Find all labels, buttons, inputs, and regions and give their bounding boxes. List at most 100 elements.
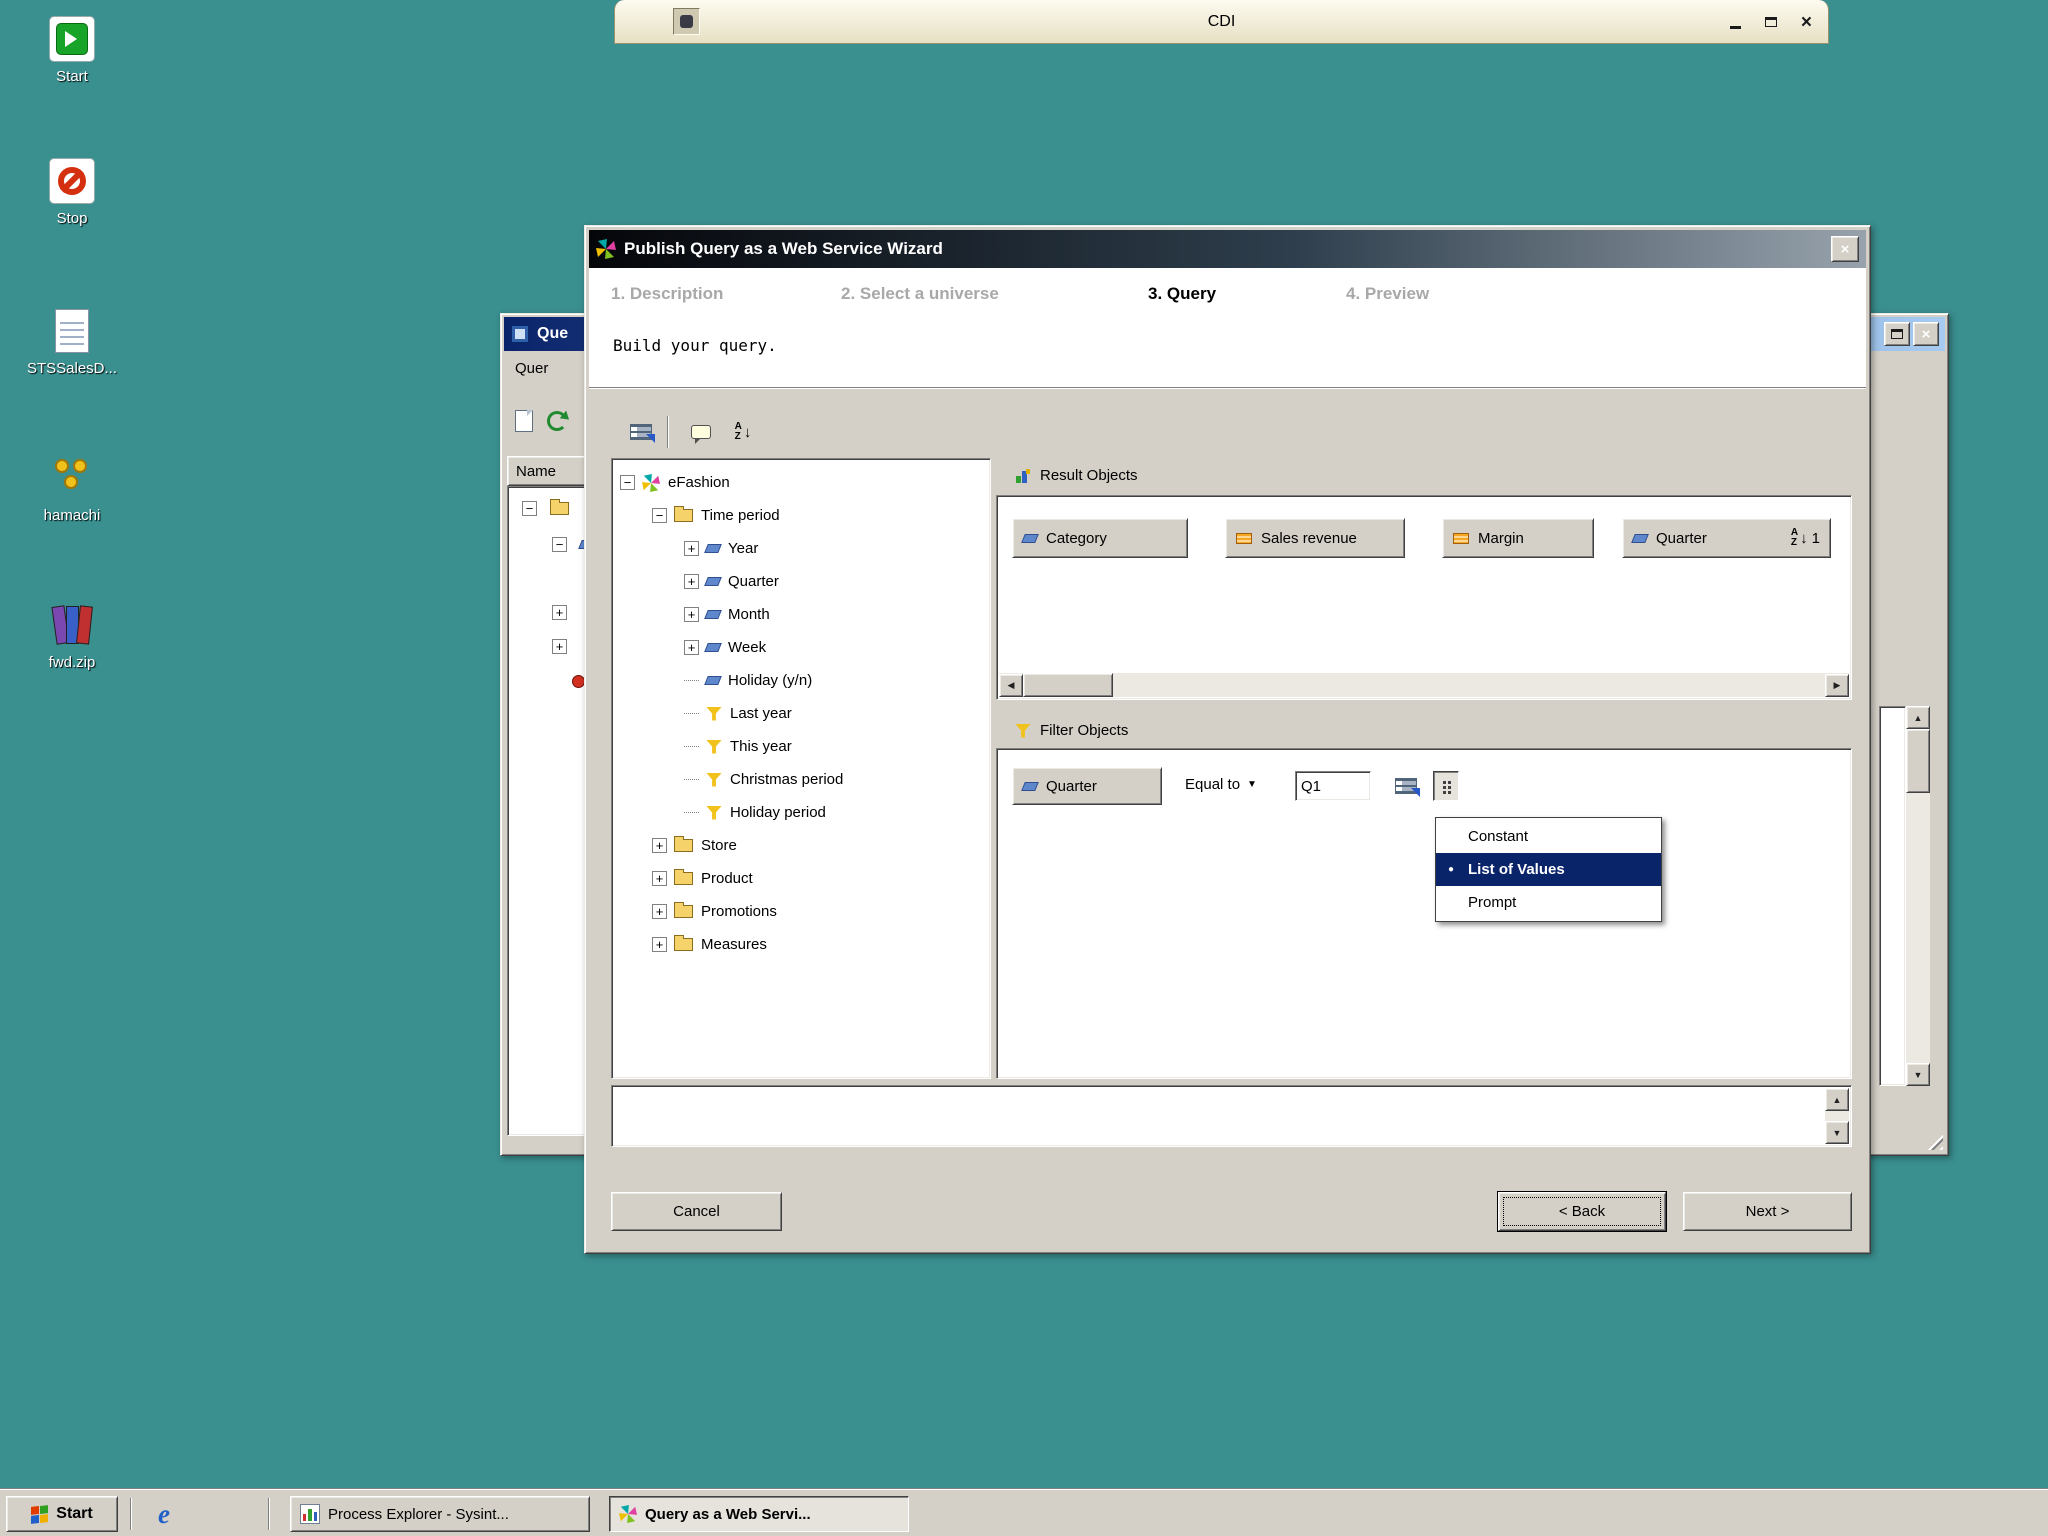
expander-icon[interactable]: + — [652, 871, 667, 886]
tree-item-efashion[interactable]: − eFashion — [612, 466, 990, 499]
wizard-titlebar[interactable]: Publish Query as a Web Service Wizard × — [589, 230, 1866, 268]
scroll-down-icon[interactable]: ▼ — [1825, 1121, 1849, 1144]
scroll-up-icon[interactable]: ▲ — [1825, 1088, 1849, 1111]
desktop-icon-stssales[interactable]: STSSalesD... — [12, 308, 132, 377]
tree-item-store[interactable]: + Store — [612, 829, 990, 862]
task-process-explorer[interactable]: Process Explorer - Sysint... — [290, 1496, 590, 1532]
desktop-icon-fwdzip[interactable]: fwd.zip — [12, 602, 132, 671]
tree-item-this-year[interactable]: This year — [612, 730, 990, 763]
result-object-category[interactable]: Category — [1012, 518, 1188, 558]
filter-objects-panel[interactable]: Quarter Equal to ▼ — [996, 748, 1852, 1079]
minimize-icon[interactable] — [1729, 25, 1741, 29]
filter-operator-dropdown[interactable]: Equal to ▼ — [1185, 776, 1257, 793]
scroll-left-icon[interactable]: ◀ — [999, 673, 1023, 697]
desktop-icon-hamachi[interactable]: hamachi — [12, 455, 132, 524]
tree-item-last-year[interactable]: Last year — [612, 697, 990, 730]
taskbar-separator — [130, 1498, 132, 1530]
filter-icon — [706, 706, 722, 721]
restore-icon[interactable] — [1764, 17, 1777, 27]
start-button[interactable]: Start — [6, 1496, 118, 1532]
expander-icon[interactable]: − — [652, 508, 667, 523]
folder-icon — [674, 935, 693, 951]
vertical-scrollbar[interactable]: ▲ ▼ — [1825, 1088, 1849, 1144]
folder-icon — [674, 902, 693, 918]
value-type-menu-button[interactable] — [1433, 771, 1459, 801]
resize-grip[interactable] — [1927, 1134, 1943, 1150]
combined-query-icon[interactable] — [625, 416, 657, 448]
result-objects-icon — [1016, 468, 1030, 483]
dimension-icon — [704, 676, 722, 685]
cancel-button[interactable]: Cancel — [611, 1192, 782, 1231]
expander-icon[interactable]: − — [620, 475, 635, 490]
menu-item-list-of-values[interactable]: ● List of Values — [1436, 853, 1661, 886]
tree-connector — [684, 746, 699, 747]
result-object-margin[interactable]: Margin — [1442, 518, 1594, 558]
universe-tree-panel[interactable]: − eFashion − Time period + Year + Quarte… — [611, 458, 991, 1079]
close-icon[interactable]: × — [1913, 322, 1939, 346]
tree-item-measures[interactable]: + Measures — [612, 928, 990, 961]
task-query-web-service[interactable]: Query as a Web Servi... — [609, 1496, 909, 1532]
sort-icon[interactable]: A Z ↓ — [727, 416, 759, 448]
windows-flag-icon — [31, 1504, 49, 1524]
scrollbar-thumb[interactable] — [1906, 729, 1930, 793]
desktop-icon-start[interactable]: Start — [12, 16, 132, 85]
filter-objects-header: Filter Objects — [1015, 722, 1128, 739]
tree-item-time-period[interactable]: − Time period — [612, 499, 990, 532]
result-object-quarter[interactable]: Quarter A Z ↓ 1 — [1622, 518, 1831, 558]
desktop-icon-label: fwd.zip — [48, 654, 96, 671]
tree-item-year[interactable]: + Year — [612, 532, 990, 565]
close-icon[interactable]: × — [1801, 13, 1812, 32]
menu-item-prompt[interactable]: Prompt — [1436, 886, 1661, 919]
expander-icon[interactable]: − — [552, 537, 567, 552]
scroll-up-icon[interactable]: ▲ — [1906, 706, 1930, 729]
comment-icon[interactable] — [685, 416, 717, 448]
result-objects-header: Result Objects — [1015, 467, 1138, 484]
app-menu-query[interactable]: Quer — [515, 360, 548, 377]
new-document-icon[interactable] — [515, 410, 533, 432]
back-button[interactable]: < Back — [1497, 1191, 1667, 1232]
filter-icon — [706, 805, 722, 820]
tree-item-quarter[interactable]: + Quarter — [612, 565, 990, 598]
horizontal-scrollbar[interactable]: ◀ ▶ — [999, 673, 1849, 697]
desktop-icon-stop[interactable]: Stop — [12, 158, 132, 227]
tree-item-christmas-period[interactable]: Christmas period — [612, 763, 990, 796]
selected-bullet-icon: ● — [1448, 864, 1455, 875]
expander-icon[interactable]: + — [684, 574, 699, 589]
dimension-icon — [704, 544, 722, 553]
next-button[interactable]: Next > — [1683, 1192, 1852, 1231]
expander-icon[interactable]: + — [652, 838, 667, 853]
result-objects-panel[interactable]: Category Sales revenue Margin Quarter AZ… — [996, 495, 1852, 700]
restore-icon[interactable] — [1884, 322, 1910, 346]
tree-item-product[interactable]: + Product — [612, 862, 990, 895]
tree-item-promotions[interactable]: + Promotions — [612, 895, 990, 928]
step-select-universe: 2. Select a universe — [841, 284, 999, 303]
expander-icon[interactable]: + — [552, 605, 567, 620]
tree-item-holiday[interactable]: Holiday (y/n) — [612, 664, 990, 697]
expander-icon[interactable]: + — [652, 904, 667, 919]
result-object-sales-revenue[interactable]: Sales revenue — [1225, 518, 1405, 558]
winrar-books-icon — [49, 602, 95, 648]
scroll-down-icon[interactable]: ▼ — [1906, 1063, 1930, 1086]
tree-item-month[interactable]: + Month — [612, 598, 990, 631]
scrollbar-thumb[interactable] — [1023, 673, 1113, 697]
vertical-scrollbar[interactable]: ▲ ▼ — [1906, 706, 1930, 1086]
menu-item-constant[interactable]: Constant — [1436, 820, 1661, 853]
step-query: 3. Query — [1148, 284, 1217, 303]
expander-icon[interactable]: + — [684, 541, 699, 556]
expander-icon[interactable]: + — [552, 639, 567, 654]
expander-icon[interactable]: + — [684, 607, 699, 622]
filter-value-input[interactable] — [1295, 771, 1371, 801]
tree-item-holiday-period[interactable]: Holiday period — [612, 796, 990, 829]
filter-object-quarter[interactable]: Quarter — [1012, 767, 1162, 805]
taskbar-separator — [268, 1498, 270, 1530]
value-table-icon[interactable] — [1389, 771, 1423, 801]
scroll-right-icon[interactable]: ▶ — [1825, 673, 1849, 697]
close-icon[interactable]: × — [1831, 236, 1859, 262]
expander-icon[interactable]: + — [684, 640, 699, 655]
tree-connector — [684, 680, 699, 681]
internet-explorer-icon[interactable]: e — [146, 1496, 182, 1532]
tree-item-week[interactable]: + Week — [612, 631, 990, 664]
refresh-icon[interactable] — [547, 411, 567, 431]
expander-icon[interactable]: + — [652, 937, 667, 952]
expander-icon[interactable]: − — [522, 501, 537, 516]
